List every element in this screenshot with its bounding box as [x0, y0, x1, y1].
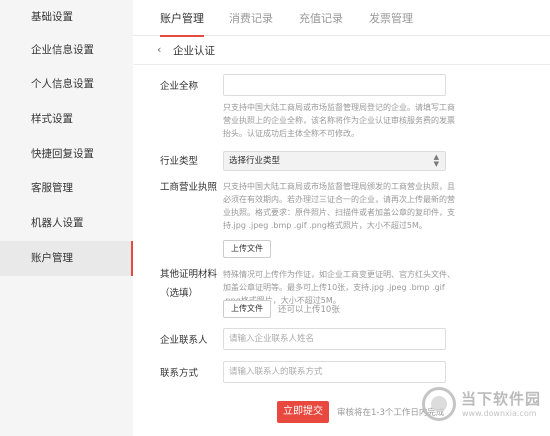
tab-consumption-records[interactable]: 消费记录: [229, 10, 273, 26]
sidebar-item-label: 客服管理: [31, 182, 73, 194]
sidebar-item-quick-reply[interactable]: 快捷回复设置: [0, 137, 133, 172]
industry-label: 行业类型: [160, 156, 199, 167]
license-label: 工商营业执照: [160, 182, 218, 193]
company-name-hint: 只支持中国大陆工商局或市场监督管理局登记的企业。请填写工商营业执照上的企业全称，…: [223, 103, 455, 138]
contact-person-label: 企业联系人: [160, 335, 208, 346]
tab-recharge-records[interactable]: 充值记录: [299, 10, 343, 26]
sidebar-item-label: 企业信息设置: [31, 44, 94, 56]
watermark-name: 当下软件园: [461, 390, 542, 408]
sidebar-item-company-info[interactable]: 企业信息设置: [0, 33, 133, 68]
other-materials-optional: （选填）: [160, 288, 199, 299]
submit-button[interactable]: 立即提交: [277, 401, 329, 423]
other-materials-upload-button[interactable]: 上传文件: [223, 300, 271, 318]
sidebar-item-label: 快捷回复设置: [31, 148, 94, 160]
company-name-input[interactable]: [223, 74, 446, 96]
contact-person-input[interactable]: [223, 328, 446, 350]
tab-bar: 账户管理 消费记录 充值记录 发票管理: [133, 0, 550, 37]
sidebar: 基础设置 企业信息设置 个人信息设置 样式设置 快捷回复设置 客服管理 机器人设…: [0, 0, 133, 436]
sidebar-item-label: 机器人设置: [31, 217, 84, 229]
sort-arrows-icon: ▲ ▼: [433, 153, 439, 168]
watermark-logo-icon: [422, 387, 456, 421]
sidebar-item-label: 基础设置: [31, 11, 73, 23]
industry-select[interactable]: 选择行业类型 ▲ ▼: [223, 151, 446, 171]
contact-method-label: 联系方式: [160, 368, 199, 379]
sidebar-item-personal-info[interactable]: 个人信息设置: [0, 67, 133, 102]
license-hint: 只支持中国大陆工商局或市场监督管理局颁发的工商营业执照，且必须在有效期内。若办理…: [223, 182, 455, 230]
sidebar-item-basic-settings[interactable]: 基础设置: [0, 0, 133, 35]
tab-invoice-management[interactable]: 发票管理: [369, 10, 413, 26]
upload-remaining-note: 还可以上传10张: [278, 305, 340, 315]
page-title: 企业认证: [173, 45, 215, 57]
sidebar-item-style-settings[interactable]: 样式设置: [0, 102, 133, 137]
watermark: 当下软件园 www.downxia.com: [422, 385, 542, 425]
sidebar-item-account-management[interactable]: 账户管理: [0, 241, 133, 276]
sidebar-item-robot-settings[interactable]: 机器人设置: [0, 206, 133, 241]
sidebar-item-label: 样式设置: [31, 113, 73, 125]
sidebar-item-label: 账户管理: [31, 252, 73, 264]
sidebar-item-label: 个人信息设置: [31, 78, 94, 90]
license-upload-button[interactable]: 上传文件: [223, 240, 271, 258]
main-panel: 账户管理 消费记录 充值记录 发票管理 ‹ 企业认证 企业全称 只支持中国大陆工…: [133, 0, 550, 436]
industry-select-value: 选择行业类型: [229, 156, 281, 166]
chevron-left-icon[interactable]: ‹: [157, 43, 161, 56]
page-header: ‹ 企业认证: [133, 36, 550, 65]
tab-account-management[interactable]: 账户管理: [160, 10, 204, 37]
company-name-label: 企业全称: [160, 81, 199, 92]
other-materials-label: 其他证明材料: [160, 269, 218, 280]
sidebar-item-agent-management[interactable]: 客服管理: [0, 171, 133, 206]
contact-method-input[interactable]: [223, 361, 446, 383]
watermark-url: www.downxia.com: [462, 409, 537, 418]
